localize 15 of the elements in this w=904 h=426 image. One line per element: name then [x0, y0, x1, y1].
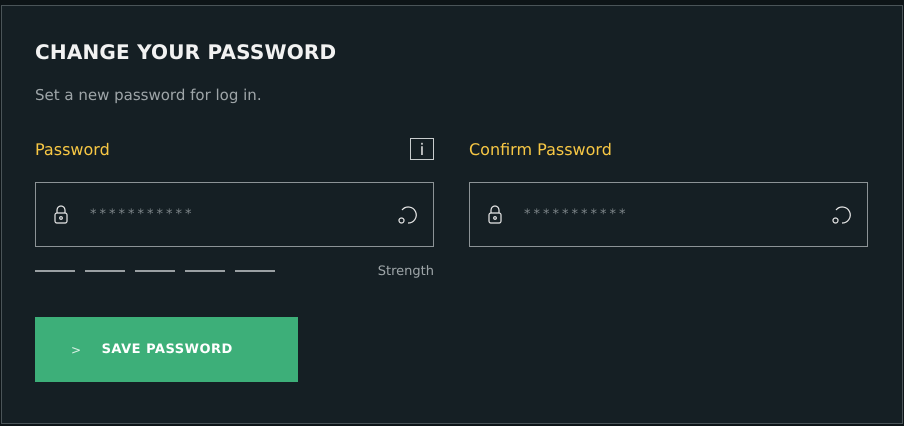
- info-icon[interactable]: i: [410, 138, 434, 160]
- save-password-button[interactable]: > SAVE PASSWORD: [35, 317, 298, 382]
- strength-label: Strength: [378, 264, 434, 278]
- panel-title: CHANGE YOUR PASSWORD: [35, 40, 338, 64]
- password-field[interactable]: ***********: [469, 182, 868, 247]
- field-label: Password: [35, 140, 110, 158]
- password-input[interactable]: ***********: [88, 206, 377, 223]
- lock-icon: [54, 205, 68, 224]
- lock-icon: [488, 205, 502, 224]
- password-field[interactable]: ***********: [35, 182, 434, 247]
- password-input[interactable]: ***********: [522, 206, 811, 223]
- panel-subtitle: Set a new password for log in.: [35, 86, 263, 104]
- refresh-icon[interactable]: [397, 204, 419, 226]
- field-label: Confirm Password: [469, 140, 612, 158]
- refresh-icon[interactable]: [831, 204, 853, 226]
